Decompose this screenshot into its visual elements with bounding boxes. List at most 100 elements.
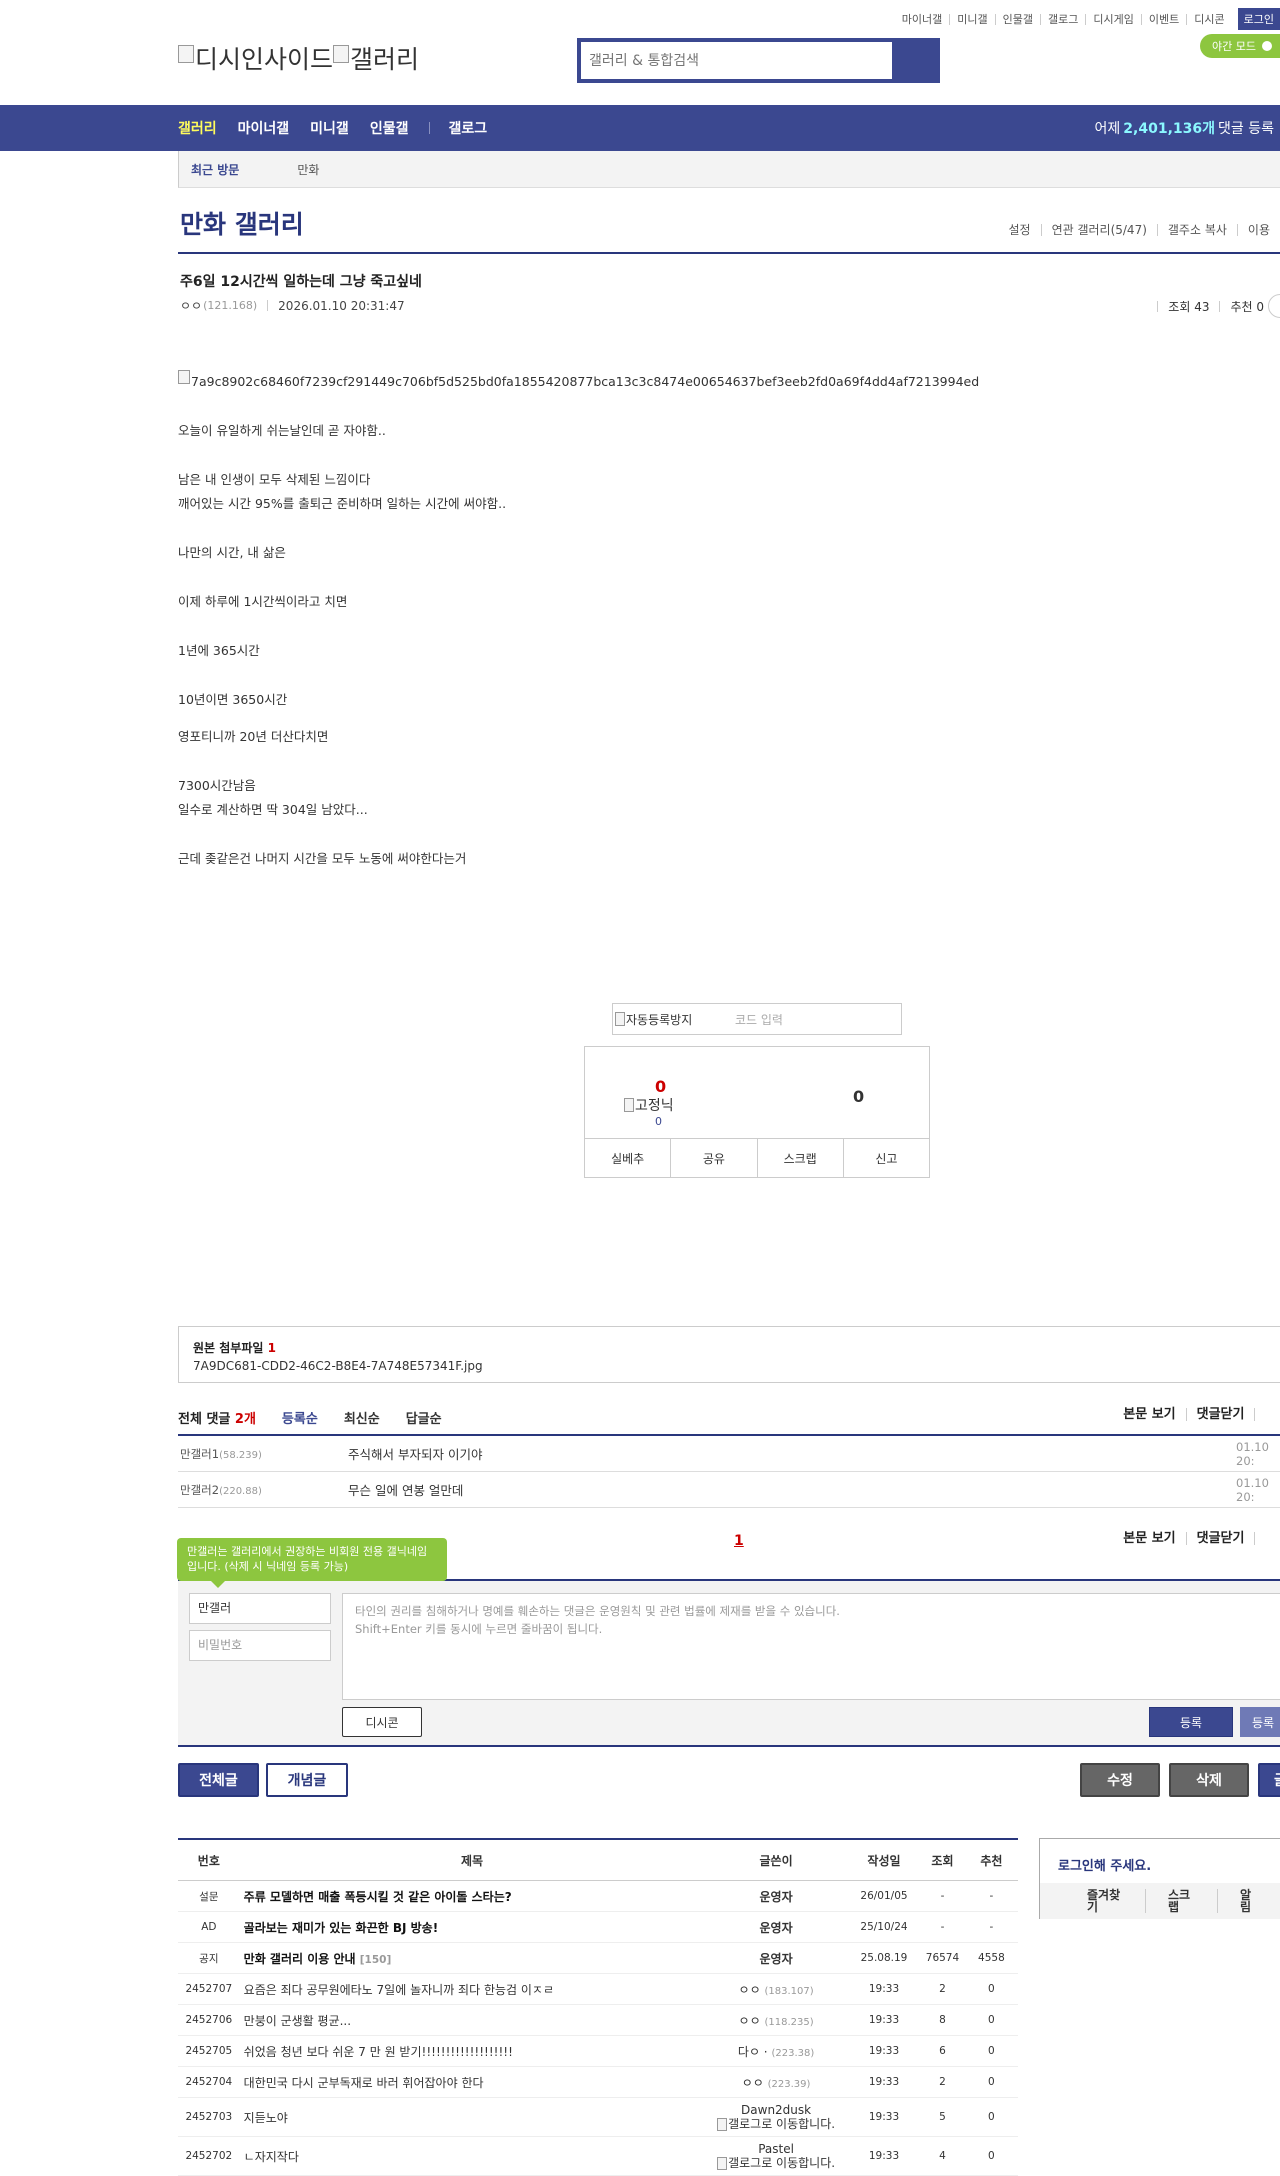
fixed-nick-upvote-count: 0 xyxy=(655,1115,662,1128)
captcha-input[interactable]: 코드 입력 xyxy=(735,1011,783,1028)
refresh-icon[interactable] xyxy=(1254,1408,1280,1421)
comment-submit-recommend-button[interactable]: 등록 xyxy=(1240,1707,1280,1737)
row-title[interactable]: 쉬었음 청년 보다 쉬운 7 만 원 받기!!!!!!!!!!!!!!!!!!! xyxy=(239,2035,705,2067)
row-comment-count[interactable]: [150] xyxy=(360,1954,392,1966)
close-comments-link[interactable]: 댓글닫기 xyxy=(1185,1532,1255,1545)
gallog-link-image[interactable]: 갤로그로 이동합니다. xyxy=(717,2156,835,2170)
row-date: 19:33 xyxy=(847,1973,921,2005)
gallery-title[interactable]: 만화 갤러리 xyxy=(180,205,304,241)
fixed-nick-alt: 고정닉 xyxy=(635,1098,674,1114)
recent-visits-title[interactable]: 최근 방문 xyxy=(191,161,239,178)
row-views: 2 xyxy=(920,2066,965,2098)
tool-settings[interactable]: 설정 xyxy=(998,224,1040,236)
nav-person-gallery[interactable]: 인물갤 xyxy=(370,118,409,138)
share-button[interactable]: 공유 xyxy=(670,1139,756,1177)
sort-registered[interactable]: 등록순 xyxy=(282,1408,318,1427)
post-line xyxy=(178,664,1178,689)
nav-gallog[interactable]: 갤로그 xyxy=(448,118,487,138)
row-writer[interactable]: ㅇㅇ (118.235) xyxy=(704,2004,848,2036)
more-options-icon[interactable] xyxy=(1268,294,1280,318)
post-line: 깨어있는 시간 95%를 출퇴근 준비하며 일하는 시간에 써야함.. xyxy=(178,496,507,511)
best-recommend-button[interactable]: 실베추 xyxy=(585,1139,670,1177)
recent-visit-item[interactable]: 만화 xyxy=(297,161,319,178)
util-link[interactable]: 갤로그 xyxy=(1040,13,1085,25)
nav-minor-gallery[interactable]: 마이너갤 xyxy=(238,118,290,138)
refresh-icon[interactable] xyxy=(1254,1532,1280,1545)
view-post-link[interactable]: 본문 보기 xyxy=(1113,1532,1185,1545)
row-writer[interactable]: ㅇㅇ (223.39) xyxy=(704,2066,848,2098)
meta-divider xyxy=(1219,301,1221,312)
login-prompt[interactable]: 로그인해 주세요. xyxy=(1058,1855,1151,1874)
util-link[interactable]: 디시게임 xyxy=(1085,13,1140,25)
nav-mini-gallery[interactable]: 미니갤 xyxy=(310,118,349,138)
row-writer[interactable]: 운영자 xyxy=(704,1942,848,1974)
row-title[interactable]: 만붕이 군생활 평균... xyxy=(239,2004,705,2036)
comment-page-1[interactable]: 1 xyxy=(734,1533,744,1549)
row-title[interactable]: ㄴ자지작다 xyxy=(239,2136,705,2176)
scrap-button[interactable]: 스크랩 xyxy=(756,1139,843,1177)
attachment-label-text: 원본 첨부파일 xyxy=(193,1341,264,1355)
comment-writer-ip: (220.88) xyxy=(219,1485,262,1497)
nav-gallery[interactable]: 갤러리 xyxy=(178,118,217,138)
util-link[interactable]: 인물갤 xyxy=(994,13,1040,25)
concept-posts-button[interactable]: 개념글 xyxy=(266,1763,348,1797)
search-button[interactable] xyxy=(892,42,936,79)
broken-image-icon xyxy=(717,2157,728,2170)
row-title[interactable]: 지듣노야 xyxy=(239,2097,705,2137)
comment-writer[interactable]: 만갤러2(220.88) xyxy=(178,1482,348,1498)
site-logo[interactable]: 디시인사이드 갤러리 xyxy=(178,40,419,76)
sort-latest[interactable]: 최신순 xyxy=(344,1408,380,1427)
comment-writer[interactable]: 만갤러1(58.239) xyxy=(178,1446,348,1462)
downvote-count[interactable]: 0 xyxy=(853,1087,864,1106)
captcha-box: 자동등록방지 코드 입력 xyxy=(612,1003,902,1035)
view-post-link[interactable]: 본문 보기 xyxy=(1113,1408,1185,1421)
row-writer[interactable]: Pastel 갤로그로 이동합니다. xyxy=(704,2136,848,2176)
comment-textarea[interactable]: 타인의 권리를 침해하거나 명예를 훼손하는 댓글은 운영원칙 및 관련 법률에… xyxy=(342,1593,1280,1700)
tool-related-gallery[interactable]: 연관 갤러리(5/47) xyxy=(1040,224,1157,236)
gallery-tools: 설정 연관 갤러리(5/47) 갤주소 복사 이용 xyxy=(998,224,1280,236)
row-writer[interactable]: ㅇㅇ (183.107) xyxy=(704,1973,848,2005)
gallog-link-image[interactable]: 갤로그로 이동합니다. xyxy=(717,2117,835,2131)
search-input[interactable] xyxy=(581,42,892,79)
modify-button[interactable]: 수정 xyxy=(1080,1763,1160,1797)
row-title[interactable]: 만화 갤러리 이용 안내 [150] xyxy=(239,1942,705,1974)
row-title[interactable]: 골라보는 재미가 있는 화끈한 BJ 방송! xyxy=(239,1911,705,1943)
attachment-file-link[interactable]: 7A9DC681-CDD2-46C2-B8E4-7A748E57341F.jpg xyxy=(193,1359,483,1373)
row-writer[interactable]: Dawn2dusk 갤로그로 이동합니다. xyxy=(704,2097,848,2137)
comment-submit-button[interactable]: 등록 xyxy=(1149,1707,1233,1737)
night-mode-toggle[interactable]: 야간 모드 xyxy=(1200,34,1280,58)
row-writer[interactable]: 운영자 xyxy=(704,1880,848,1912)
util-link[interactable]: 마이너갤 xyxy=(895,14,949,25)
notification-link[interactable]: 알림 xyxy=(1217,1889,1280,1913)
write-button[interactable]: 글 xyxy=(1258,1763,1280,1797)
row-date: 19:33 xyxy=(847,2035,921,2067)
util-link[interactable]: 디시콘 xyxy=(1186,13,1231,25)
util-link[interactable]: 미니갤 xyxy=(949,13,994,25)
row-views: - xyxy=(920,1911,965,1943)
comment-text: 주식해서 부자되자 이기야 xyxy=(348,1447,483,1462)
row-title[interactable]: 대한민국 다시 군부독재로 바러 휘어잡아야 한다 xyxy=(239,2066,705,2098)
upvote-count[interactable]: 0 xyxy=(655,1077,666,1096)
close-comments-link[interactable]: 댓글닫기 xyxy=(1185,1408,1255,1421)
favorites-link[interactable]: 즐겨찾기 xyxy=(1040,1889,1145,1913)
scrap-link[interactable]: 스크랩 xyxy=(1145,1889,1217,1913)
login-button[interactable]: 로그인 xyxy=(1237,8,1280,30)
row-writer-ip: (223.38) xyxy=(771,2047,815,2059)
row-title[interactable]: 요즘은 죄다 공무원에타노 7일에 놀자니까 죄다 한능검 이ㅈㄹ xyxy=(239,1973,705,2005)
sort-replies[interactable]: 답글순 xyxy=(406,1408,442,1427)
tool-copy-address[interactable]: 갤주소 복사 xyxy=(1156,224,1237,236)
tool-usage[interactable]: 이용 xyxy=(1236,224,1280,236)
row-title[interactable]: 주류 모델하면 매출 폭등시킬 것 같은 아이돌 스타는? xyxy=(239,1880,705,1912)
nickname-field[interactable]: 만갤러 xyxy=(189,1593,331,1624)
post-author[interactable]: ㅇㅇ xyxy=(180,297,202,314)
util-link[interactable]: 이벤트 xyxy=(1140,13,1186,25)
table-row: 2452704 대한민국 다시 군부독재로 바러 휘어잡아야 한다 ㅇㅇ (22… xyxy=(178,2066,1018,2098)
all-posts-button[interactable]: 전체글 xyxy=(178,1763,259,1797)
delete-button[interactable]: 삭제 xyxy=(1169,1763,1249,1797)
dccon-button[interactable]: 디시콘 xyxy=(342,1707,422,1737)
row-views: - xyxy=(920,1880,965,1912)
row-writer[interactable]: 다ㅇ · (223.38) xyxy=(704,2035,848,2067)
password-field[interactable]: 비밀번호 xyxy=(189,1630,331,1661)
report-button[interactable]: 신고 xyxy=(842,1139,929,1177)
row-writer[interactable]: 운영자 xyxy=(704,1911,848,1943)
